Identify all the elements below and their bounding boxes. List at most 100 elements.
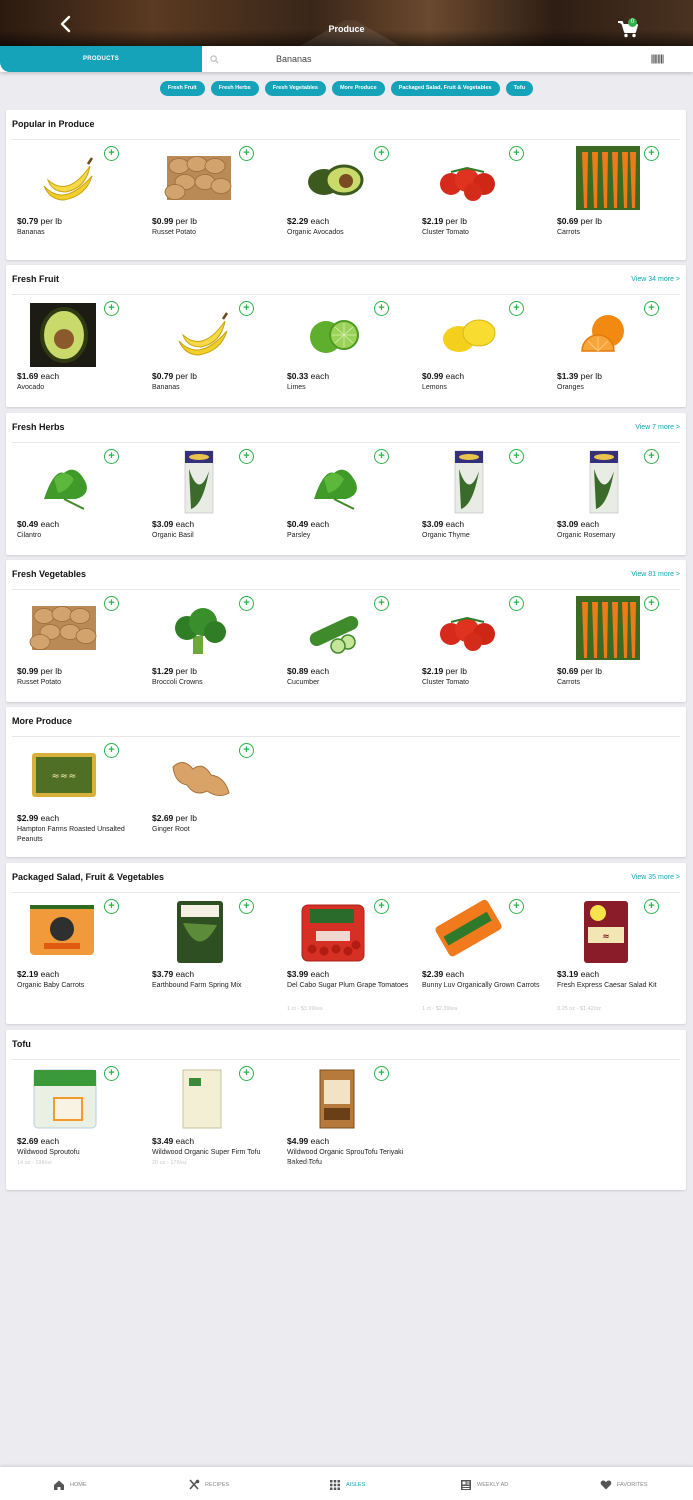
product-name[interactable]: Carrots bbox=[557, 228, 679, 238]
view-more-link[interactable]: View 7 more > bbox=[635, 424, 680, 431]
chip-tofu[interactable]: Tofu bbox=[505, 81, 534, 96]
add-to-cart-button[interactable]: + bbox=[104, 743, 119, 758]
product-image[interactable] bbox=[429, 146, 509, 212]
product-name[interactable]: Hampton Farms Roasted Unsalted Peanuts bbox=[17, 825, 139, 844]
add-to-cart-button[interactable]: + bbox=[104, 301, 119, 316]
product-name[interactable]: Cilantro bbox=[17, 531, 139, 541]
product-image[interactable] bbox=[24, 596, 104, 662]
add-to-cart-button[interactable]: + bbox=[509, 899, 524, 914]
product-name[interactable]: Bunny Luv Organically Grown Carrots bbox=[422, 981, 544, 991]
product-image[interactable] bbox=[429, 899, 509, 965]
add-to-cart-button[interactable]: + bbox=[644, 596, 659, 611]
add-to-cart-button[interactable]: + bbox=[509, 596, 524, 611]
product-name[interactable]: Organic Avocados bbox=[287, 228, 409, 238]
view-more-link[interactable]: View 81 more > bbox=[631, 571, 680, 578]
product-name[interactable]: Wildwood Sproutofu bbox=[17, 1148, 139, 1158]
add-to-cart-button[interactable]: + bbox=[509, 146, 524, 161]
product-name[interactable]: Ginger Root bbox=[152, 825, 274, 835]
product-name[interactable]: Cluster Tomato bbox=[422, 228, 544, 238]
product-image[interactable] bbox=[564, 596, 644, 662]
product-name[interactable]: Earthbound Farm Spring Mix bbox=[152, 981, 274, 991]
chip-more-produce[interactable]: More Produce bbox=[331, 81, 385, 96]
product-image[interactable]: ≈≈≈ bbox=[24, 743, 104, 809]
add-to-cart-button[interactable]: + bbox=[239, 899, 254, 914]
view-more-link[interactable]: View 35 more > bbox=[631, 874, 680, 881]
chip-fresh-herbs[interactable]: Fresh Herbs bbox=[210, 81, 259, 96]
add-to-cart-button[interactable]: + bbox=[104, 1066, 119, 1081]
product-image[interactable] bbox=[294, 1066, 374, 1132]
product-image[interactable] bbox=[24, 449, 104, 515]
add-to-cart-button[interactable]: + bbox=[104, 899, 119, 914]
product-name[interactable]: Fresh Express Caesar Salad Kit bbox=[557, 981, 679, 991]
product-image[interactable] bbox=[159, 596, 239, 662]
product-image[interactable] bbox=[429, 301, 509, 367]
product-image[interactable] bbox=[159, 899, 239, 965]
add-to-cart-button[interactable]: + bbox=[104, 449, 119, 464]
product-image[interactable] bbox=[24, 1066, 104, 1132]
add-to-cart-button[interactable]: + bbox=[644, 301, 659, 316]
product-image[interactable] bbox=[24, 146, 104, 212]
product-name[interactable]: Broccoli Crowns bbox=[152, 678, 274, 688]
barcode-scan-icon[interactable] bbox=[651, 54, 664, 64]
product-name[interactable]: Organic Basil bbox=[152, 531, 274, 541]
product-image[interactable] bbox=[24, 301, 104, 367]
add-to-cart-button[interactable]: + bbox=[374, 596, 389, 611]
product-name[interactable]: Organic Rosemary bbox=[557, 531, 679, 541]
product-image[interactable] bbox=[159, 743, 239, 809]
product-image[interactable] bbox=[294, 449, 374, 515]
product-name[interactable]: Bananas bbox=[17, 228, 139, 238]
product-name[interactable]: Parsley bbox=[287, 531, 409, 541]
add-to-cart-button[interactable]: + bbox=[644, 146, 659, 161]
add-to-cart-button[interactable]: + bbox=[374, 301, 389, 316]
product-name[interactable]: Oranges bbox=[557, 383, 679, 393]
add-to-cart-button[interactable]: + bbox=[644, 449, 659, 464]
product-name[interactable]: Del Cabo Sugar Plum Grape Tomatoes bbox=[287, 981, 409, 991]
product-name[interactable]: Organic Thyme bbox=[422, 531, 544, 541]
add-to-cart-button[interactable]: + bbox=[239, 1066, 254, 1081]
product-name[interactable]: Lemons bbox=[422, 383, 544, 393]
products-tab[interactable]: PRODUCTS bbox=[0, 46, 202, 72]
view-more-link[interactable]: View 34 more > bbox=[631, 276, 680, 283]
product-name[interactable]: Wildwood Organic Super Firm Tofu bbox=[152, 1148, 274, 1158]
product-image[interactable] bbox=[564, 449, 644, 515]
product-name[interactable]: Cucumber bbox=[287, 678, 409, 688]
add-to-cart-button[interactable]: + bbox=[239, 146, 254, 161]
product-name[interactable]: Russet Potato bbox=[17, 678, 139, 688]
add-to-cart-button[interactable]: + bbox=[104, 146, 119, 161]
add-to-cart-button[interactable]: + bbox=[239, 596, 254, 611]
add-to-cart-button[interactable]: + bbox=[239, 743, 254, 758]
product-name[interactable]: Limes bbox=[287, 383, 409, 393]
product-image[interactable]: ≈ bbox=[564, 899, 644, 965]
product-image[interactable] bbox=[429, 596, 509, 662]
product-name[interactable]: Avocado bbox=[17, 383, 139, 393]
chip-fresh-vegetables[interactable]: Fresh Vegetables bbox=[264, 81, 326, 96]
product-image[interactable] bbox=[294, 301, 374, 367]
search-input[interactable] bbox=[276, 52, 616, 66]
add-to-cart-button[interactable]: + bbox=[104, 596, 119, 611]
product-image[interactable] bbox=[159, 449, 239, 515]
product-image[interactable] bbox=[294, 899, 374, 965]
product-name[interactable]: Cluster Tomato bbox=[422, 678, 544, 688]
add-to-cart-button[interactable]: + bbox=[509, 449, 524, 464]
add-to-cart-button[interactable]: + bbox=[509, 301, 524, 316]
add-to-cart-button[interactable]: + bbox=[374, 899, 389, 914]
add-to-cart-button[interactable]: + bbox=[374, 1066, 389, 1081]
add-to-cart-button[interactable]: + bbox=[374, 146, 389, 161]
product-name[interactable]: Bananas bbox=[152, 383, 274, 393]
product-image[interactable] bbox=[159, 1066, 239, 1132]
product-image[interactable] bbox=[429, 449, 509, 515]
product-name[interactable]: Russet Potato bbox=[152, 228, 274, 238]
add-to-cart-button[interactable]: + bbox=[644, 899, 659, 914]
add-to-cart-button[interactable]: + bbox=[239, 449, 254, 464]
chip-packaged-salad[interactable]: Packaged Salad, Fruit & Vegetables bbox=[390, 81, 500, 96]
product-image[interactable] bbox=[294, 596, 374, 662]
product-image[interactable] bbox=[294, 146, 374, 212]
product-name[interactable]: Carrots bbox=[557, 678, 679, 688]
product-image[interactable] bbox=[24, 899, 104, 965]
product-image[interactable] bbox=[159, 146, 239, 212]
product-image[interactable] bbox=[564, 301, 644, 367]
chip-fresh-fruit[interactable]: Fresh Fruit bbox=[159, 81, 205, 96]
product-name[interactable]: Organic Baby Carrots bbox=[17, 981, 139, 991]
add-to-cart-button[interactable]: + bbox=[239, 301, 254, 316]
product-image[interactable] bbox=[159, 301, 239, 367]
